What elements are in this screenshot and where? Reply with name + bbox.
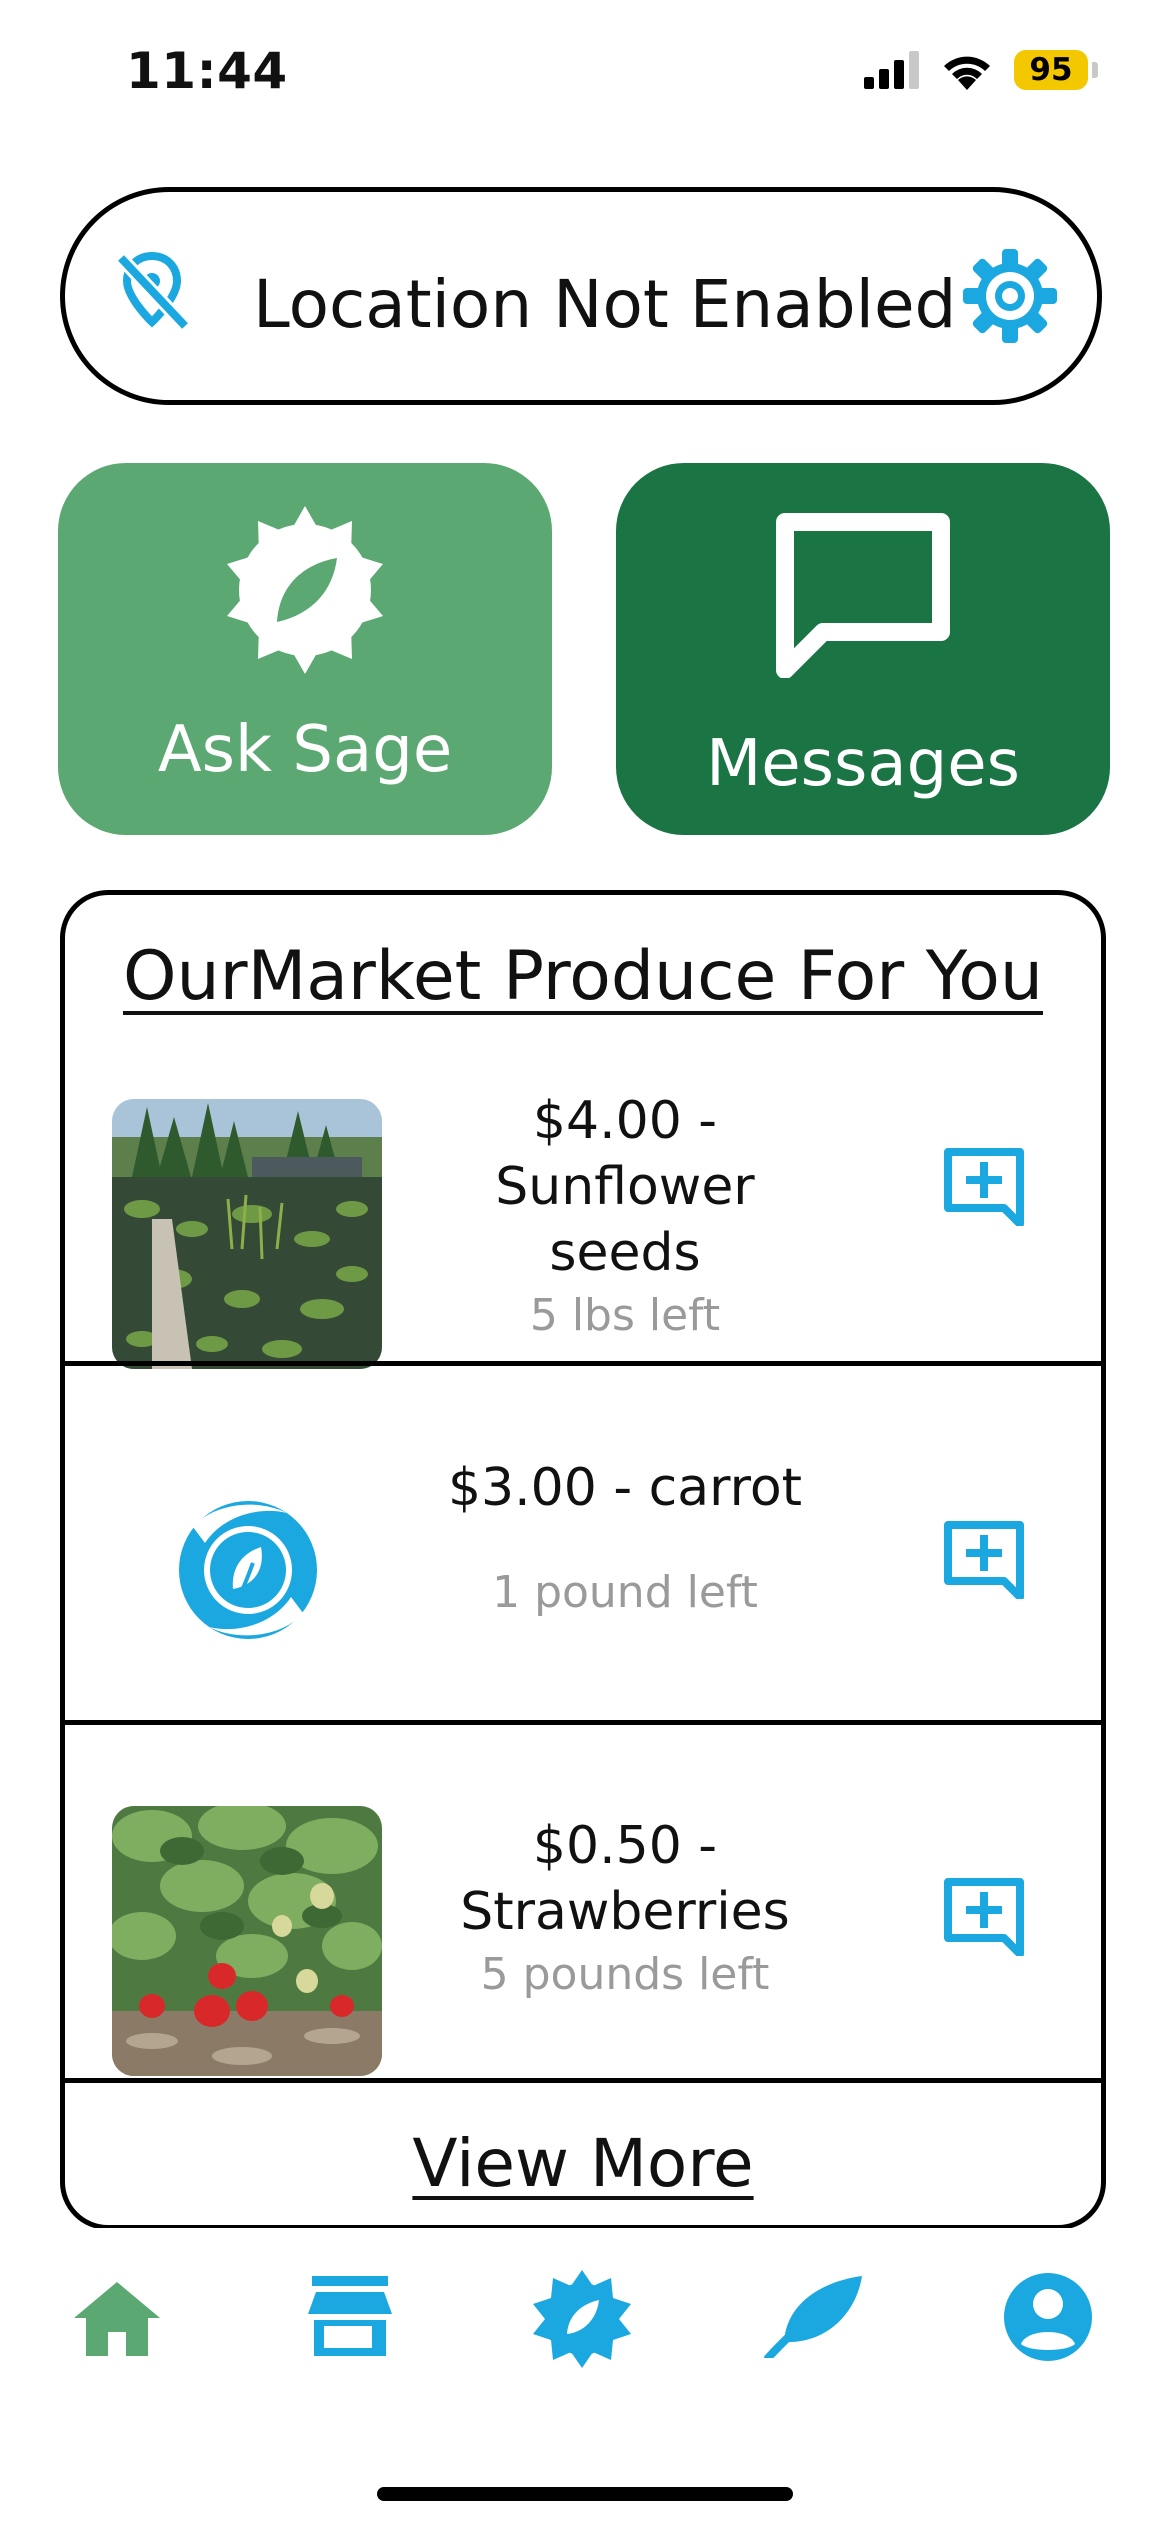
status-icons: 95 bbox=[864, 50, 1098, 90]
ask-sage-button[interactable]: Ask Sage bbox=[58, 463, 552, 835]
product-price-name: $0.50 - Strawberries bbox=[460, 1816, 790, 1942]
home-icon[interactable] bbox=[72, 2278, 162, 2358]
sage-compass-icon bbox=[227, 506, 383, 674]
product-quantity: 5 pounds left bbox=[480, 1949, 770, 2000]
compass-icon[interactable] bbox=[533, 2270, 631, 2368]
row-divider bbox=[65, 1720, 1101, 1725]
home-indicator[interactable] bbox=[377, 2487, 793, 2501]
product-info: $4.00 - Sunflower seeds 5 lbs left bbox=[415, 1088, 835, 1346]
message-bubble-icon bbox=[776, 513, 950, 678]
add-to-cart-icon[interactable] bbox=[942, 1146, 1026, 1226]
row-divider bbox=[65, 2078, 1101, 2083]
product-price-name: $4.00 - Sunflower seeds bbox=[495, 1091, 755, 1283]
status-time: 11:44 bbox=[126, 42, 288, 100]
add-to-cart-icon[interactable] bbox=[942, 1876, 1026, 1956]
strawberry-product-image bbox=[112, 1806, 382, 2076]
messages-button[interactable]: Messages bbox=[616, 463, 1110, 835]
product-quantity: 5 lbs left bbox=[529, 1290, 721, 1341]
view-more-link[interactable]: View More bbox=[65, 2125, 1101, 2202]
wifi-icon bbox=[944, 56, 990, 90]
list-item[interactable]: $3.00 - carrot 1 pound left bbox=[65, 1399, 1101, 1757]
product-quantity: 1 pound left bbox=[492, 1567, 758, 1618]
product-price-name: $3.00 - carrot bbox=[447, 1458, 803, 1518]
list-item[interactable]: $0.50 - Strawberries 5 pounds left bbox=[65, 1756, 1101, 2114]
store-icon[interactable] bbox=[308, 2276, 392, 2356]
product-info: $3.00 - carrot 1 pound left bbox=[415, 1455, 835, 1623]
battery-indicator: 95 bbox=[1014, 50, 1088, 90]
produce-card: OurMarket Produce For You $4.00 - Sunflo… bbox=[60, 890, 1106, 2230]
product-info: $0.50 - Strawberries 5 pounds left bbox=[415, 1813, 835, 2005]
signal-icon bbox=[864, 51, 919, 89]
produce-card-title: OurMarket Produce For You bbox=[123, 937, 1043, 1016]
battery-cap bbox=[1092, 62, 1098, 78]
messages-label: Messages bbox=[706, 727, 1020, 801]
gear-icon[interactable] bbox=[961, 247, 1059, 345]
app-logo-placeholder-icon bbox=[179, 1501, 317, 1639]
location-banner[interactable]: Location Not Enabled bbox=[60, 187, 1102, 405]
leaf-icon[interactable] bbox=[764, 2276, 864, 2358]
location-off-icon bbox=[115, 251, 191, 330]
sunflower-product-image bbox=[112, 1099, 382, 1369]
ask-sage-label: Ask Sage bbox=[157, 713, 453, 787]
battery-level: 95 bbox=[1029, 52, 1073, 88]
row-divider bbox=[65, 1361, 1101, 1366]
location-status-text: Location Not Enabled bbox=[253, 266, 957, 343]
profile-icon[interactable] bbox=[1003, 2272, 1093, 2362]
list-item[interactable]: $4.00 - Sunflower seeds 5 lbs left bbox=[65, 1040, 1101, 1398]
add-to-cart-icon[interactable] bbox=[942, 1519, 1026, 1599]
